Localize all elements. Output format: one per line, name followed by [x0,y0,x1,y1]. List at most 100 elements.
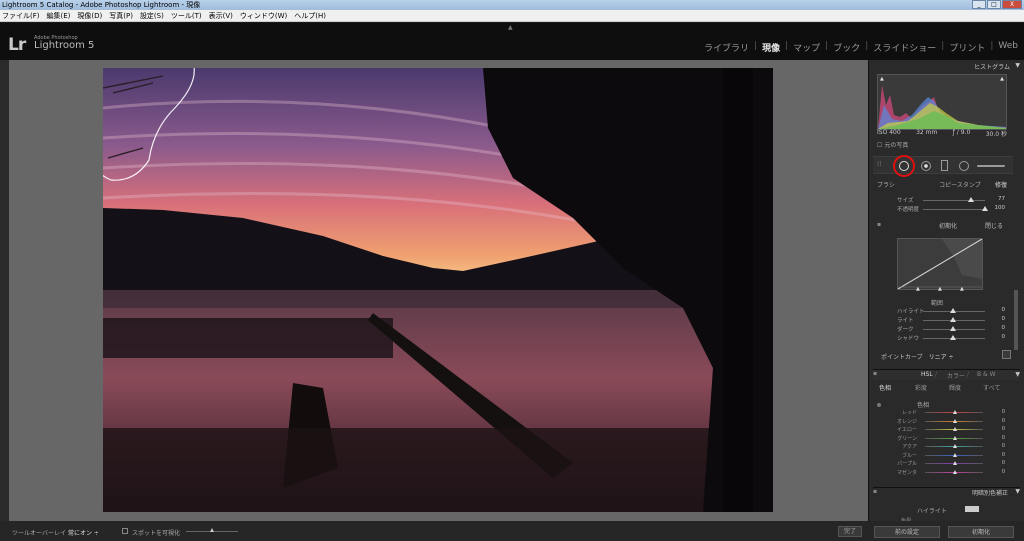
hsl-slider-row[interactable]: レッド 0 [877,409,1007,416]
close-button[interactable]: X [1002,0,1022,9]
hsl-slider-knob[interactable] [953,410,957,414]
hsl-slider-knob[interactable] [953,469,957,474]
graduated-filter-icon[interactable] [941,160,948,171]
hsl-slider-knob[interactable] [953,461,957,465]
left-panel-collapsed[interactable] [0,60,9,521]
module-map[interactable]: マップ [793,41,820,54]
hsl-slider-knob[interactable] [953,418,957,423]
tone-curve-graph[interactable]: ▲ ▲ ▲ [897,238,983,292]
bw-tab[interactable]: B & W [977,371,996,378]
maximize-button[interactable]: □ [987,0,1001,9]
hsl-slider-row[interactable]: イエロー 0 [877,426,1007,433]
split-point-2-icon[interactable]: ▲ [938,286,942,292]
size-track[interactable] [923,200,985,201]
reset-button[interactable]: 初期化 [939,221,957,230]
close-tool-button[interactable]: 閉じる [985,221,1003,230]
hsl-collapse-icon[interactable]: ▼ [1015,371,1020,378]
highlights-value[interactable]: 0 [1002,307,1006,313]
done-button[interactable]: 完了 [838,526,862,537]
hsl-slider-knob[interactable] [953,444,957,448]
panel-switch-icon-2[interactable]: ▪ [873,370,877,377]
panel-switch-icon[interactable]: ▪ [877,221,881,228]
mode-heal[interactable]: 修復 [995,180,1007,189]
opacity-value[interactable]: 100 [995,205,1006,211]
module-print[interactable]: プリント [949,41,985,54]
module-book[interactable]: ブック [833,41,860,54]
right-panel-scrollbar[interactable] [1014,290,1018,350]
hsl-slider-value[interactable]: 0 [1002,460,1005,466]
hsl-subtab-saturation[interactable]: 彩度 [915,383,927,392]
size-value[interactable]: 77 [998,196,1005,202]
hsl-subtab-hue[interactable]: 色相 [879,383,891,392]
hsl-slider-row[interactable]: パープル 0 [877,460,1007,467]
module-slideshow[interactable]: スライドショー [873,41,936,54]
hsl-slider-value[interactable]: 0 [1002,452,1005,458]
menu-develop[interactable]: 現像(D) [77,11,102,21]
radial-filter-icon[interactable] [959,161,969,171]
hsl-slider-value[interactable]: 0 [1002,435,1005,441]
hsl-slider-row[interactable]: マゼンタ 0 [877,469,1007,476]
hsl-slider-value[interactable]: 0 [1002,418,1005,424]
minimize-button[interactable]: _ [972,0,986,9]
target-adjust-icon[interactable] [1002,350,1011,359]
red-eye-icon[interactable] [921,161,931,171]
hsl-subtab-luminance[interactable]: 輝度 [949,383,961,392]
size-slider[interactable]: サイズ 77 [877,196,1005,204]
hsl-slider-row[interactable]: ブルー 0 [877,452,1007,459]
hsl-subtab-all[interactable]: すべて [983,383,1000,392]
hsl-target-dot-icon[interactable] [877,403,881,407]
visualize-spots-checkbox[interactable] [122,528,128,534]
hsl-slider-value[interactable]: 0 [1002,443,1005,449]
shadows-slider[interactable]: シャドウ 0 [877,334,1005,342]
split-point-3-icon[interactable]: ▲ [960,286,964,292]
hsl-slider-value[interactable]: 0 [1002,426,1005,432]
opacity-track[interactable] [923,209,985,210]
lights-knob[interactable] [950,317,956,322]
highlight-swatch[interactable] [965,506,979,512]
menu-tools[interactable]: ツール(T) [171,11,202,21]
opacity-slider[interactable]: 不透明度 100 [877,205,1005,213]
mode-brush[interactable]: ブラシ [877,180,895,189]
hsl-slider-value[interactable]: 0 [1002,469,1005,475]
adjustment-brush-icon[interactable] [977,165,1005,167]
checkbox-icon[interactable]: ☐ [877,142,882,149]
darks-knob[interactable] [950,326,956,331]
reset-all-button[interactable]: 初期化 [948,526,1014,538]
split-point-1-icon[interactable]: ▲ [916,286,920,292]
menu-view[interactable]: 表示(V) [209,11,233,21]
lights-value[interactable]: 0 [1002,316,1006,322]
lights-slider[interactable]: ライト 0 [877,316,1005,324]
split-toning-header[interactable]: ▪ 明暗別色補正 ▼ [873,487,1020,497]
highlights-knob[interactable] [950,308,956,313]
collapse-top-icon[interactable]: ▲ [508,24,513,31]
visualize-threshold-knob[interactable] [210,528,214,532]
original-photo-toggle[interactable]: ☐ 元の写真 [877,140,908,149]
hsl-slider-knob[interactable] [953,427,957,431]
highlight-clip-icon[interactable]: ▲ [1000,76,1004,82]
menu-edit[interactable]: 編集(E) [47,11,71,21]
color-tab[interactable]: カラー [947,371,965,380]
hsl-header[interactable]: ▪ HSL / カラー / B & W ▼ [873,369,1020,380]
mode-clone[interactable]: コピースタンプ [939,180,981,189]
darks-value[interactable]: 0 [1002,325,1006,331]
menu-window[interactable]: ウィンドウ(W) [240,11,287,21]
module-web[interactable]: Web [998,41,1018,54]
point-curve-select[interactable]: リニア ÷ [929,354,954,361]
previous-settings-button[interactable]: 前の設定 [874,526,940,538]
tool-overlay-select[interactable]: 常にオン ÷ [68,528,99,537]
menu-help[interactable]: ヘルプ(H) [294,11,326,21]
hsl-slider-knob[interactable] [953,452,957,457]
histogram-header[interactable]: ヒストグラム ▼ [873,62,1020,72]
menu-photo[interactable]: 写真(P) [109,11,133,21]
darks-slider[interactable]: ダーク 0 [877,325,1005,333]
panel-switch-icon-3[interactable]: ▪ [873,488,877,495]
highlights-slider[interactable]: ハイライト 0 [877,307,1005,315]
shadow-clip-icon[interactable]: ▲ [880,76,884,82]
module-library[interactable]: ライブラリ [704,41,749,54]
hsl-slider-value[interactable]: 0 [1002,409,1005,415]
hsl-slider-knob[interactable] [953,435,957,440]
hsl-tab[interactable]: HSL [921,371,933,378]
shadows-value[interactable]: 0 [1002,334,1006,340]
menu-settings[interactable]: 設定(S) [140,11,164,21]
menu-file[interactable]: ファイル(F) [2,11,40,21]
